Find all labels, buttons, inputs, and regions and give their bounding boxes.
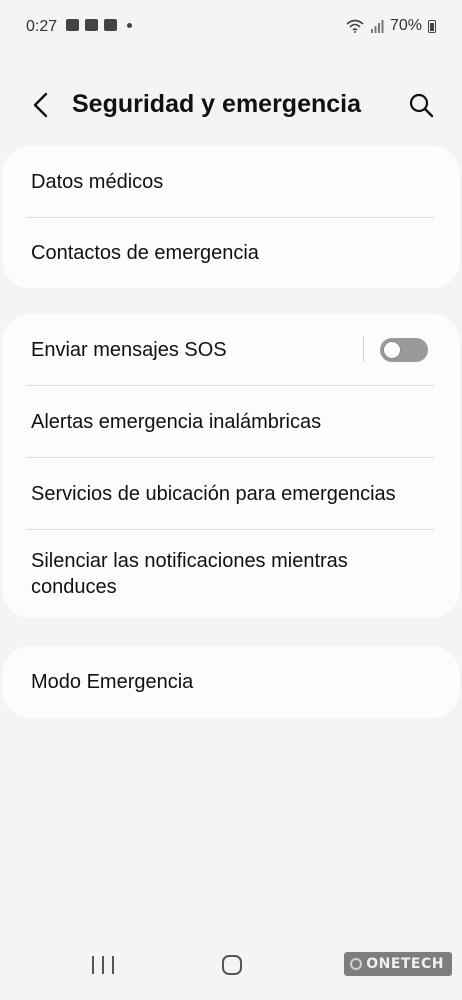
recents-icon[interactable]	[92, 956, 114, 974]
card-emergency-mode: Modo Emergencia	[2, 646, 460, 718]
onetech-logo-icon	[350, 958, 363, 970]
linkedin-icon	[104, 19, 117, 31]
status-time: 0:27	[26, 18, 58, 35]
header: Seguridad y emergencia	[0, 70, 462, 140]
image-icon	[66, 19, 79, 31]
status-bar: 0:27 70%	[0, 0, 462, 52]
list-item-silenciar-notificaciones[interactable]: Silenciar las notificaciones mientras co…	[2, 530, 460, 618]
sos-toggle-switch[interactable]	[380, 338, 428, 362]
page-title: Seguridad y emergencia	[72, 90, 362, 118]
list-item-label: Servicios de ubicación para emergencias	[31, 483, 396, 505]
list-item-label: Silenciar las notificaciones mientras co…	[31, 550, 348, 598]
watermark-text: ONETECH	[366, 956, 444, 972]
list-item-contactos-emergencia[interactable]: Contactos de emergencia	[2, 218, 460, 288]
search-icon[interactable]	[408, 92, 434, 118]
toggle-separator	[363, 336, 364, 362]
more-notifications-dot-icon	[127, 22, 132, 28]
watermark: ONETECH	[344, 952, 452, 976]
list-item-servicios-ubicacion[interactable]: Servicios de ubicación para emergencias	[2, 458, 460, 530]
list-item-label: Datos médicos	[31, 171, 164, 193]
wifi-icon	[346, 19, 364, 33]
card-emergency-features: Enviar mensajes SOS Alertas emergencia i…	[2, 314, 460, 618]
card-medical: Datos médicos Contactos de emergencia	[2, 146, 460, 288]
list-item-datos-medicos[interactable]: Datos médicos	[2, 146, 460, 218]
list-item-modo-emergencia[interactable]: Modo Emergencia	[2, 646, 460, 718]
back-arrow-icon[interactable]	[28, 90, 56, 120]
list-item-label: Alertas emergencia inalámbricas	[31, 411, 322, 433]
signal-icon	[370, 20, 384, 33]
list-item-label: Modo Emergencia	[31, 671, 194, 693]
toggle-knob	[383, 341, 401, 359]
home-icon[interactable]	[222, 955, 242, 975]
navigation-bar: ONETECH	[0, 932, 462, 1000]
notification-icons	[66, 19, 132, 31]
list-item-label: Contactos de emergencia	[31, 242, 259, 264]
mail-icon	[85, 19, 98, 31]
battery-icon	[428, 19, 436, 33]
battery-percentage: 70%	[389, 17, 422, 34]
status-right: 70%	[346, 17, 436, 35]
list-item-alertas-inalambricas[interactable]: Alertas emergencia inalámbricas	[2, 386, 460, 458]
list-item-label: Enviar mensajes SOS	[31, 339, 227, 361]
list-item-enviar-sos[interactable]: Enviar mensajes SOS	[2, 314, 460, 386]
